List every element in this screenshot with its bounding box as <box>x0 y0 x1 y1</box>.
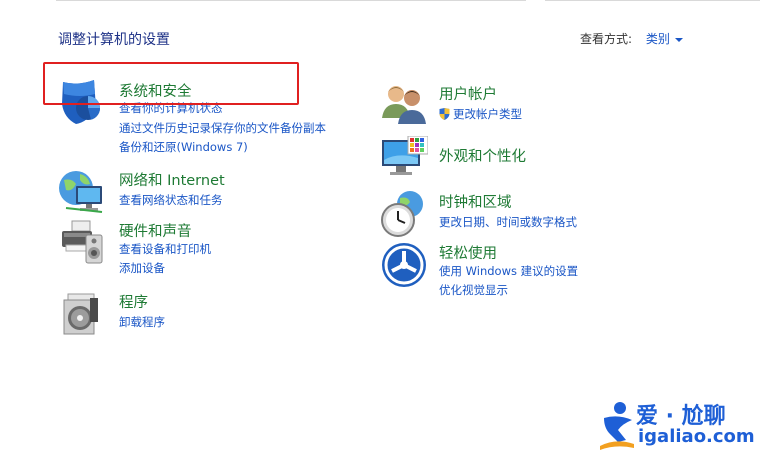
link-change-account-type-label[interactable]: 更改帐户类型 <box>453 107 522 121</box>
ease-of-access-icon[interactable] <box>380 241 428 289</box>
category-title-programs[interactable]: 程序 <box>119 291 148 312</box>
users-icon[interactable] <box>380 80 428 128</box>
view-by-label: 查看方式: <box>580 32 633 46</box>
category-ease-of-access: 轻松使用 使用 Windows 建议的设置 优化视觉显示 <box>380 241 680 297</box>
programs-disc-icon[interactable] <box>58 290 106 338</box>
link-backup-restore[interactable]: 备份和还原(Windows 7) <box>119 139 248 155</box>
highlight-box <box>43 62 299 105</box>
category-network-internet: 网络和 Internet 查看网络状态和任务 <box>58 168 358 213</box>
link-add-device[interactable]: 添加设备 <box>119 260 165 276</box>
watermark: 爱 · 尬聊 igaliao.com <box>598 396 762 456</box>
link-change-account-type[interactable]: 更改帐户类型 <box>439 106 522 122</box>
category-title-network-internet[interactable]: 网络和 Internet <box>119 169 225 190</box>
chevron-down-icon[interactable] <box>674 37 683 42</box>
watermark-url: igaliao.com <box>638 426 755 447</box>
page-title: 调整计算机的设置 <box>58 32 170 48</box>
clock-globe-icon[interactable] <box>380 190 428 238</box>
link-uninstall-program[interactable]: 卸载程序 <box>119 314 165 330</box>
view-by: 查看方式: 类别 <box>580 30 683 47</box>
link-optimize-display[interactable]: 优化视觉显示 <box>439 282 508 298</box>
top-border-segment <box>545 0 760 1</box>
link-devices-printers[interactable]: 查看设备和打印机 <box>119 241 211 257</box>
category-title-user-accounts[interactable]: 用户帐户 <box>439 83 497 104</box>
link-change-date-time[interactable]: 更改日期、时间或数字格式 <box>439 214 577 230</box>
printer-speaker-icon[interactable] <box>58 219 106 267</box>
network-globe-icon[interactable] <box>58 168 106 216</box>
watermark-logo-icon <box>600 402 634 450</box>
category-title-ease-of-access[interactable]: 轻松使用 <box>439 242 497 263</box>
category-hardware-sound: 硬件和声音 查看设备和打印机 添加设备 <box>58 219 358 279</box>
view-by-dropdown[interactable]: 类别 <box>646 32 683 46</box>
link-recommended-settings[interactable]: 使用 Windows 建议的设置 <box>439 263 578 279</box>
uac-shield-icon <box>439 108 450 120</box>
link-file-history[interactable]: 通过文件历史记录保存你的文件备份副本 <box>119 120 326 136</box>
category-clock-region: 时钟和区域 更改日期、时间或数字格式 <box>380 190 680 238</box>
category-appearance: 外观和个性化 <box>380 135 680 184</box>
category-programs: 程序 卸载程序 <box>58 290 358 340</box>
category-title-appearance[interactable]: 外观和个性化 <box>439 145 526 166</box>
top-border <box>0 0 762 3</box>
monitor-palette-icon[interactable] <box>380 135 429 184</box>
view-by-value[interactable]: 类别 <box>646 32 670 46</box>
link-network-status[interactable]: 查看网络状态和任务 <box>119 192 223 208</box>
category-title-hardware-sound[interactable]: 硬件和声音 <box>119 220 192 241</box>
top-border-segment <box>56 0 526 1</box>
category-user-accounts: 用户帐户 更改帐户类型 <box>380 80 680 124</box>
category-title-clock-region[interactable]: 时钟和区域 <box>439 191 512 212</box>
